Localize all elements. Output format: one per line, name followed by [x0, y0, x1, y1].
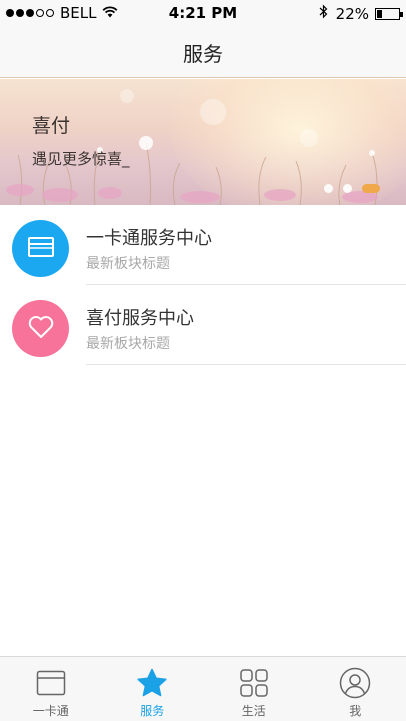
- tab-label: 生活: [241, 704, 266, 718]
- list-item-xifu-service[interactable]: 喜付服务中心 最新板块标题: [0, 285, 406, 365]
- service-list: 一卡通服务中心 最新板块标题 喜付服务中心 最新板块标题: [0, 205, 406, 365]
- card-icon: [27, 235, 55, 263]
- tab-bar: 一卡通 服务 生活 我: [0, 656, 406, 721]
- banner-title: 喜付: [32, 115, 71, 137]
- user-icon: [339, 667, 371, 699]
- navigation-bar: 服务: [0, 26, 406, 78]
- status-right: 22%: [319, 4, 403, 23]
- divider: [86, 364, 406, 365]
- item-subtitle: 最新板块标题: [86, 256, 170, 272]
- bokeh: [120, 89, 134, 103]
- bokeh: [200, 99, 226, 125]
- item-subtitle: 最新板块标题: [86, 336, 170, 352]
- item-title: 一卡通服务中心: [86, 228, 212, 249]
- promo-banner[interactable]: 喜付 遇见更多惊喜_: [0, 79, 406, 205]
- star-icon: [136, 667, 168, 699]
- page-indicator[interactable]: [314, 184, 380, 193]
- tab-label: 我: [349, 704, 362, 718]
- page-dot[interactable]: [324, 184, 333, 193]
- tab-card[interactable]: 一卡通: [0, 657, 102, 721]
- tab-life[interactable]: 生活: [203, 657, 305, 721]
- battery-icon: [375, 7, 403, 20]
- bluetooth-icon: [319, 4, 328, 23]
- page-title: 服务: [183, 42, 223, 66]
- battery-tip: [400, 11, 403, 17]
- list-item-card-service[interactable]: 一卡通服务中心 最新板块标题: [0, 205, 406, 285]
- page-dot[interactable]: [343, 184, 352, 193]
- grid-icon: [238, 667, 270, 699]
- page-dot-active[interactable]: [362, 184, 380, 193]
- item-title: 喜付服务中心: [86, 308, 194, 329]
- battery-fill: [377, 9, 382, 18]
- banner-grass-image: [6, 136, 378, 205]
- banner-subtitle: 遇见更多惊喜_: [32, 150, 130, 168]
- heart-icon: [27, 314, 55, 344]
- xifu-service-icon-circle: [12, 300, 69, 357]
- tab-me[interactable]: 我: [305, 657, 406, 721]
- card-icon: [35, 667, 67, 699]
- card-service-icon-circle: [12, 220, 69, 277]
- tab-label: 服务: [140, 704, 165, 718]
- battery-percent: 22%: [335, 4, 369, 23]
- tab-service[interactable]: 服务: [102, 657, 204, 721]
- tab-label: 一卡通: [32, 704, 69, 718]
- status-bar: BELL 4:21 PM 22%: [0, 0, 406, 26]
